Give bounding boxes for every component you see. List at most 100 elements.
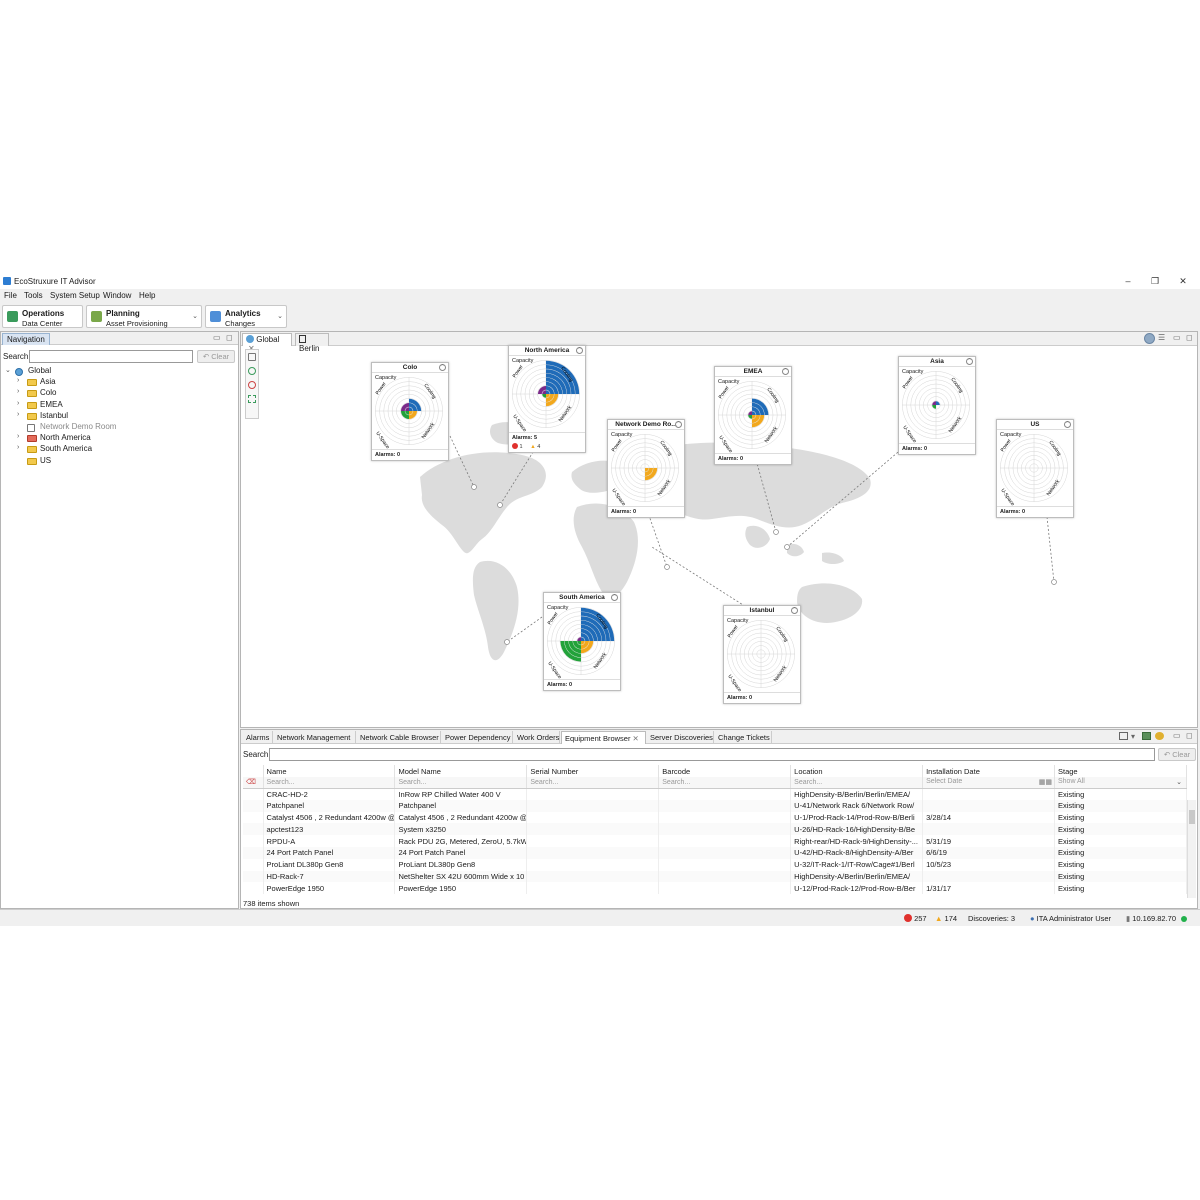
minimize-button[interactable]: – <box>1117 275 1139 287</box>
filter-install-date[interactable]: Select Date ▦▦ <box>922 777 1055 789</box>
filter-name[interactable]: Search... <box>263 777 396 789</box>
chevron-right-icon[interactable]: › <box>17 433 19 440</box>
calendar-icon[interactable]: ▦▦ <box>1039 778 1052 786</box>
minimize-pane-icon[interactable]: ▭ <box>1173 333 1181 342</box>
close-window-button[interactable]: ✕ <box>1172 275 1194 287</box>
menu-system-setup[interactable]: System Setup <box>50 291 100 300</box>
user-status[interactable]: ● ITA Administrator User <box>1030 914 1111 923</box>
location-card[interactable]: EMEA ⌃ Capacity Power Cooling U-Space Network A… <box>714 366 792 465</box>
chevron-right-icon[interactable]: › <box>17 411 19 418</box>
collapse-card-icon[interactable]: ⌃ <box>966 358 973 365</box>
nav-search-input[interactable] <box>29 350 193 363</box>
tab-navigation[interactable]: Navigation <box>2 333 50 345</box>
filter-model[interactable]: Search... <box>394 777 528 789</box>
collapse-card-icon[interactable]: ⌃ <box>782 368 789 375</box>
tab-work-orders[interactable]: Work Orders <box>514 731 560 744</box>
scrollbar-thumb[interactable] <box>1189 810 1195 824</box>
table-scrollbar[interactable] <box>1187 800 1196 898</box>
perspective-analytics[interactable]: Analytics Changes ⌄ <box>205 305 287 328</box>
minimize-pane-icon[interactable]: ▭ <box>213 333 221 342</box>
table-row[interactable]: ProLiant DL380p Gen8 ProLiant DL380p Gen8… <box>243 858 1188 871</box>
column-header-stage[interactable]: Stage <box>1054 765 1188 777</box>
chevron-right-icon[interactable]: › <box>17 377 19 384</box>
collapse-card-icon[interactable]: ⌃ <box>576 347 583 354</box>
table-row[interactable]: apctest123 System x3250 U-26/HD-Rack-16/Hi… <box>243 823 1188 836</box>
table-row[interactable]: PowerEdge 1950 PowerEdge 1950 U-12/Prod-Ra… <box>243 882 1188 895</box>
tab-equipment-browser[interactable]: Equipment Browser ✕ <box>561 731 646 744</box>
tab-server-discoveries[interactable]: Server Discoveries <box>647 731 714 744</box>
location-card[interactable]: Network Demo Ro... ⌃ Capacity Power Cooling U… <box>607 419 685 518</box>
location-card[interactable]: South America ⌃ Capacity Power Cooling U-Spac… <box>543 592 621 691</box>
tab-power-dependency[interactable]: Power Dependency <box>442 731 513 744</box>
warning-alarms-status[interactable]: ▲ 174 <box>935 914 957 923</box>
menu-window[interactable]: Window <box>103 291 131 300</box>
settings-icon[interactable] <box>1155 732 1164 740</box>
chevron-down-icon[interactable]: ⌄ <box>192 312 198 320</box>
restore-button[interactable]: ❐ <box>1144 275 1166 287</box>
collapse-card-icon[interactable]: ⌃ <box>439 364 446 371</box>
menu-tools[interactable]: Tools <box>24 291 43 300</box>
zoom-in-icon[interactable] <box>248 367 256 375</box>
chevron-down-icon[interactable]: ▾ <box>1131 732 1135 741</box>
tab-network-cable-browser[interactable]: Network Cable Browser <box>357 731 441 744</box>
collapse-card-icon[interactable]: ⌃ <box>791 607 798 614</box>
filter-stage[interactable]: Show All ⌄ <box>1054 777 1188 789</box>
tab-change-tickets[interactable]: Change Tickets <box>715 731 772 744</box>
maximize-pane-icon[interactable]: ◻ <box>1186 731 1193 740</box>
chevron-right-icon[interactable]: › <box>17 388 19 395</box>
export-icon[interactable] <box>1142 732 1151 740</box>
location-card[interactable]: North America ⌃ Capacity Power Cooling U-Spac… <box>508 345 586 453</box>
perspective-planning[interactable]: Planning Asset Provisioning ⌄ <box>86 305 202 328</box>
location-card[interactable]: Istanbul ⌃ Capacity Power Cooling U-Space Netw… <box>723 605 801 704</box>
zoom-out-icon[interactable] <box>248 381 256 389</box>
map-view-icon[interactable] <box>1144 333 1155 344</box>
collapse-card-icon[interactable]: ⌃ <box>675 421 682 428</box>
chevron-down-icon[interactable]: ⌄ <box>5 366 11 374</box>
critical-alarms-status[interactable]: 257 <box>904 914 927 923</box>
table-row[interactable]: CRAC-HD-2 InRow RP Chilled Water 400 V Hig… <box>243 788 1188 800</box>
collapse-card-icon[interactable]: ⌃ <box>611 594 618 601</box>
filter-serial[interactable]: Search... <box>526 777 660 789</box>
menu-file[interactable]: File <box>4 291 17 300</box>
column-header-model[interactable]: Model Name <box>394 765 528 777</box>
column-header-install-date[interactable]: Installation Date <box>922 765 1055 777</box>
close-tab-icon[interactable]: ✕ <box>630 734 639 743</box>
card-alarm-badges[interactable]: 1 ▲ 4 <box>509 443 585 452</box>
column-header-location[interactable]: Location <box>790 765 924 777</box>
discoveries-status[interactable]: Discoveries: 3 <box>968 914 1015 923</box>
filter-clear-icon[interactable]: ⌫ <box>243 777 264 789</box>
filter-location[interactable]: Search... <box>790 777 924 789</box>
equipment-search-input[interactable] <box>269 748 1155 761</box>
maximize-pane-icon[interactable]: ◻ <box>226 333 233 342</box>
list-view-icon[interactable]: ☰ <box>1158 333 1165 342</box>
table-row[interactable]: 24 Port Patch Panel 24 Port Patch Panel U-… <box>243 846 1188 859</box>
chevron-down-icon[interactable]: ⌄ <box>277 312 283 320</box>
table-row[interactable]: Patchpanel Patchpanel U-41/Network Rack 6/… <box>243 799 1188 812</box>
tab-global[interactable]: Global ✕ <box>242 333 292 353</box>
menu-help[interactable]: Help <box>139 291 155 300</box>
filter-barcode[interactable]: Search... <box>658 777 792 789</box>
column-header-serial[interactable]: Serial Number <box>526 765 660 777</box>
collapse-card-icon[interactable]: ⌃ <box>1064 421 1071 428</box>
tab-network-management[interactable]: Network Management <box>274 731 356 744</box>
chevron-down-icon[interactable]: ⌄ <box>1176 778 1182 786</box>
perspective-operations[interactable]: Operations Data Center <box>2 305 83 328</box>
table-row[interactable]: Catalyst 4506 , 2 Redundant 4200w @ Catal… <box>243 811 1188 824</box>
maximize-pane-icon[interactable]: ◻ <box>1186 333 1193 342</box>
chevron-right-icon[interactable]: › <box>17 444 19 451</box>
chevron-right-icon[interactable]: › <box>17 400 19 407</box>
columns-icon[interactable] <box>1119 732 1128 740</box>
location-card[interactable]: Asia ⌃ Capacity Power Cooling U-Space Network A… <box>898 356 976 455</box>
tab-berlin[interactable]: Berlin <box>295 333 329 353</box>
tab-alarms[interactable]: Alarms <box>243 731 273 744</box>
location-card[interactable]: Colo ⌃ Capacity Power Cooling U-Space Network A… <box>371 362 449 461</box>
nav-clear-button[interactable]: ↶ Clear <box>197 350 235 363</box>
column-header-barcode[interactable]: Barcode <box>658 765 792 777</box>
minimize-pane-icon[interactable]: ▭ <box>1173 731 1181 740</box>
equipment-clear-button[interactable]: ↶ Clear <box>1158 748 1196 761</box>
column-header-name[interactable]: Name <box>263 765 396 777</box>
location-card[interactable]: US ⌃ Capacity Power Cooling U-Space Network Ala… <box>996 419 1074 518</box>
table-row[interactable]: HD-Rack-7 NetShelter SX 42U 600mm Wide x … <box>243 870 1188 883</box>
table-row[interactable]: RPDU-A Rack PDU 2G, Metered, ZeroU, 5.7kW… <box>243 835 1188 847</box>
world-map-canvas[interactable]: Colo ⌃ Capacity Power Cooling U-Space Network A… <box>242 345 1197 727</box>
